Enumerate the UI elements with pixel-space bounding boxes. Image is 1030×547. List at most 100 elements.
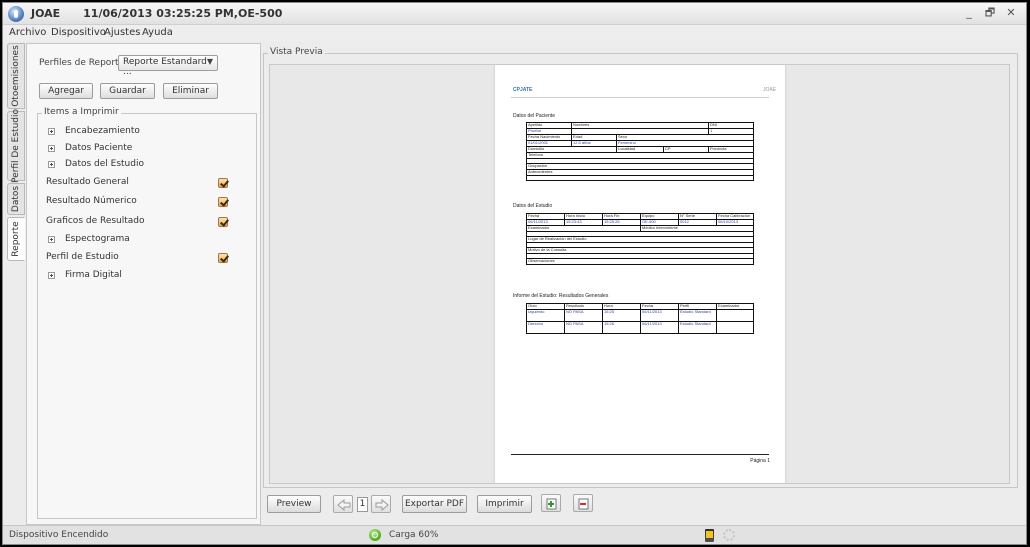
- report-settings-panel: Perfiles de Reporte Reporte Estandard ..…: [26, 43, 261, 525]
- cell: NO PASA: [564, 309, 603, 322]
- item-label: Datos Paciente: [65, 143, 133, 153]
- profiles-label: Perfiles de Reporte: [39, 58, 125, 68]
- menu-archivo[interactable]: Archivo: [9, 27, 46, 38]
- results-table: Oído Resultado Hora Fecha Perfil Examina…: [526, 303, 754, 334]
- expand-icon[interactable]: [48, 161, 55, 168]
- tab-datos-label: Datos: [11, 185, 21, 213]
- next-page-button[interactable]: [371, 495, 391, 513]
- menu-ayuda[interactable]: Ayuda: [142, 27, 173, 38]
- zoom-out-button[interactable]: [573, 494, 593, 512]
- window-title: JOAE 11/06/2013 03:25:25 PM,OE-500: [31, 7, 283, 20]
- page-number[interactable]: 1: [357, 497, 368, 512]
- app-logo-icon: [8, 6, 24, 22]
- status-bar: Dispositivo Encendido Carga 60%: [3, 525, 1026, 544]
- item-label: Resultado General: [46, 177, 129, 187]
- profile-select[interactable]: Reporte Estandard ... ▼: [118, 55, 218, 77]
- tree-item-firma-digital[interactable]: Firma Digital: [38, 269, 248, 283]
- tab-otoemisiones[interactable]: Otoemisiones: [7, 43, 25, 109]
- tab-datos[interactable]: Datos: [7, 183, 25, 215]
- graficos-resultado-checkbox[interactable]: [218, 217, 228, 227]
- save-button[interactable]: Guardar: [100, 83, 155, 99]
- cell: [525, 175, 755, 181]
- item-resultado-general: Resultado General: [38, 176, 248, 190]
- arrow-left-icon: [337, 499, 351, 511]
- preview-group: Vista Previa CPJATE JOAE Datos del Pacie…: [263, 47, 1018, 488]
- item-label: Graficos de Resultado: [46, 216, 145, 226]
- item-label: Firma Digital: [65, 270, 122, 280]
- tab-perfil-label: Perfil De Estudio: [11, 108, 21, 184]
- tab-reporte-label: Reporte: [11, 221, 21, 257]
- report-page: CPJATE JOAE Datos del Paciente Apellido N…: [495, 65, 785, 483]
- resultado-numerico-checkbox[interactable]: [218, 197, 228, 207]
- zoom-in-button[interactable]: [541, 494, 561, 512]
- cell: 15:26: [602, 321, 641, 334]
- zoom-in-icon: [546, 498, 557, 510]
- tree-item-datos-paciente[interactable]: Datos Paciente: [38, 142, 248, 156]
- restore-button[interactable]: 🗗: [981, 5, 999, 21]
- report-logo: CPJATE: [513, 87, 533, 93]
- cell: Observaciones: [526, 258, 754, 265]
- minimize-button[interactable]: _: [960, 5, 978, 21]
- patient-table: Apellido Nombres DNI Prueba 1 Fecha Nacimie…: [525, 122, 755, 181]
- cell: Derecho: [526, 321, 565, 334]
- tab-reporte[interactable]: Reporte: [7, 217, 25, 261]
- footer-divider: [511, 454, 769, 455]
- side-tab-strip: Otoemisiones Perfil De Estudio Datos Rep…: [7, 43, 25, 523]
- device-status: Dispositivo Encendido: [9, 530, 109, 540]
- print-button[interactable]: Imprimir: [477, 495, 532, 513]
- tree-item-encabezamiento[interactable]: Encabezamiento: [38, 125, 248, 139]
- chevron-down-icon: ▼: [206, 57, 213, 66]
- preview-toolbar: Preview 1 Exportar PDF Imprimir: [265, 493, 1025, 517]
- close-button[interactable]: ✕: [1002, 5, 1020, 21]
- item-resultado-numerico: Resultado Númerico: [38, 195, 248, 209]
- item-label: Encabezamiento: [65, 126, 140, 136]
- tree-item-datos-estudio[interactable]: Datos del Estudio: [38, 158, 248, 172]
- title-bar: JOAE 11/06/2013 03:25:25 PM,OE-500 _ 🗗 ✕: [3, 3, 1026, 25]
- menu-ajustes[interactable]: Ajustes: [104, 27, 140, 38]
- arrow-right-icon: [375, 499, 389, 511]
- study-table: Fecha Hora Inicio Hora Fin Equipo N° Ser…: [526, 213, 754, 265]
- item-perfil-estudio: Perfil de Estudio: [38, 251, 248, 265]
- cell: Estudio Standard: [678, 321, 717, 334]
- cell: [716, 309, 754, 322]
- header-divider: [511, 97, 769, 98]
- resultado-general-checkbox[interactable]: [218, 178, 228, 188]
- battery-icon: [705, 529, 714, 542]
- profile-select-value: Reporte Estandard ...: [123, 57, 207, 77]
- perfil-estudio-checkbox[interactable]: [218, 253, 228, 263]
- preview-button[interactable]: Preview: [267, 495, 321, 513]
- patient-section-title: Datos del Paciente: [513, 113, 555, 119]
- loading-spinner-icon: [723, 529, 735, 541]
- tab-perfil-de-estudio[interactable]: Perfil De Estudio: [7, 108, 25, 184]
- item-label: Datos del Estudio: [65, 159, 144, 169]
- cell: 06/11/2013: [640, 321, 679, 334]
- results-section-title: Informe del Estudio: Resultados Generale…: [513, 293, 609, 299]
- menu-dispositivo[interactable]: Dispositivo: [51, 27, 106, 38]
- item-label: Perfil de Estudio: [46, 252, 119, 262]
- menu-bar: Archivo Dispositivo Ajustes Ayuda: [3, 25, 1026, 41]
- previous-page-button[interactable]: [333, 495, 353, 513]
- cell: Estudio Standard: [678, 309, 717, 322]
- cell: [716, 321, 754, 334]
- page-label: Página 1: [750, 458, 770, 464]
- expand-icon[interactable]: [48, 128, 55, 135]
- cell: 06/11/2013: [640, 309, 679, 322]
- delete-button[interactable]: Eliminar: [163, 83, 218, 99]
- expand-icon[interactable]: [48, 145, 55, 152]
- cell: 15:25: [602, 309, 641, 322]
- item-label: Espectograma: [65, 234, 130, 244]
- expand-icon[interactable]: [48, 236, 55, 243]
- add-button[interactable]: Agregar: [39, 83, 93, 99]
- preview-viewport[interactable]: CPJATE JOAE Datos del Paciente Apellido N…: [269, 64, 1010, 484]
- zoom-out-icon: [578, 498, 589, 510]
- item-graficos-resultado: Graficos de Resultado: [38, 215, 248, 229]
- cell: Izquierdo: [526, 309, 565, 322]
- tree-item-espectograma[interactable]: Espectograma: [38, 233, 248, 247]
- window-controls: _ 🗗 ✕: [960, 5, 1020, 21]
- tab-otoemisiones-label: Otoemisiones: [11, 45, 21, 107]
- preview-title: Vista Previa: [268, 47, 325, 57]
- expand-icon[interactable]: [48, 272, 55, 279]
- study-section-title: Datos del Estudio: [513, 203, 553, 209]
- export-pdf-button[interactable]: Exportar PDF: [402, 495, 467, 513]
- item-label: Resultado Númerico: [46, 196, 137, 206]
